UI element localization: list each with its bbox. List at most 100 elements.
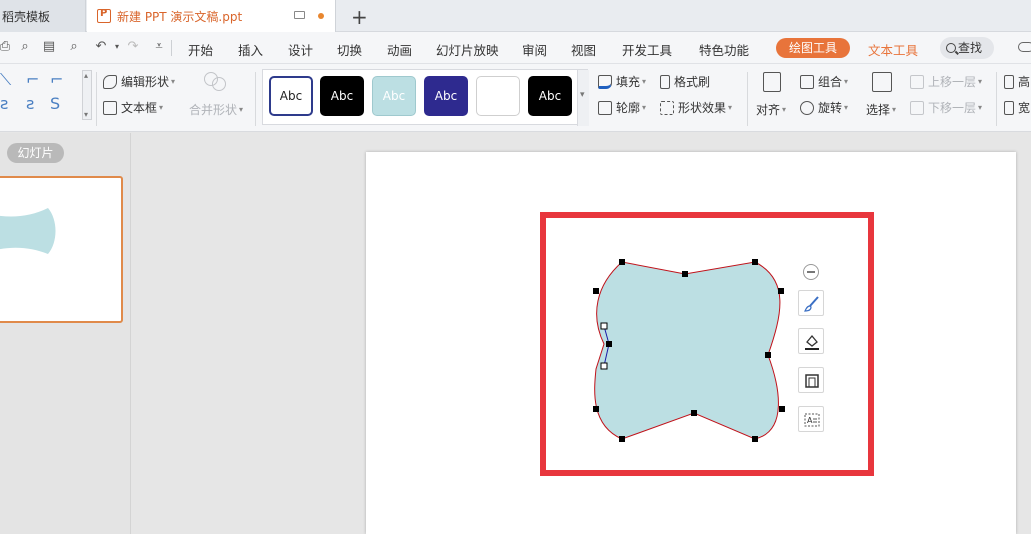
vertex-handle[interactable] xyxy=(619,436,625,442)
vertex-handle[interactable] xyxy=(778,288,784,294)
edit-shape-icon xyxy=(103,74,117,89)
new-tab-button[interactable]: + xyxy=(351,5,368,29)
vertex-handle[interactable] xyxy=(779,406,785,412)
outline-label: 轮廓 xyxy=(616,101,641,115)
rotate-button[interactable]: 旋转 ▾ xyxy=(800,99,848,116)
vertex-handle[interactable] xyxy=(752,436,758,442)
bring-forward-icon xyxy=(910,74,924,89)
shape-effects-icon xyxy=(660,100,674,115)
vertex-handle[interactable] xyxy=(752,259,758,265)
menu-developer[interactable]: 开发工具 xyxy=(622,40,672,59)
menu-slideshow[interactable]: 幻灯片放映 xyxy=(436,40,499,59)
width-label: 宽 xyxy=(1018,101,1031,115)
brush-icon xyxy=(804,296,819,312)
shape-fill-button[interactable] xyxy=(798,328,824,354)
collapse-toolbar-icon[interactable] xyxy=(803,264,819,280)
outline-icon xyxy=(598,100,612,115)
style-swatch-6[interactable]: Abc xyxy=(528,76,572,116)
select-label: 选择 xyxy=(866,103,891,117)
ribbon-separator xyxy=(996,72,997,126)
slides-tab[interactable]: 幻灯片 xyxy=(7,143,64,163)
shape-body[interactable] xyxy=(594,261,781,440)
vertex-handle[interactable] xyxy=(593,406,599,412)
send-backward-icon xyxy=(910,100,924,115)
undo-icon[interactable]: ↶ xyxy=(94,40,108,54)
vertex-handle[interactable] xyxy=(691,410,697,416)
ribbon-separator xyxy=(96,72,97,126)
style-swatch-3[interactable]: Abc xyxy=(372,76,416,116)
menu-review[interactable]: 审阅 xyxy=(522,40,547,59)
group-button[interactable]: 组合 ▾ xyxy=(800,73,848,90)
connector-s-curve-icon[interactable]: S xyxy=(50,94,60,113)
menu-insert[interactable]: 插入 xyxy=(238,40,263,59)
print-icon[interactable]: ▤ xyxy=(42,40,56,54)
text-box-button[interactable]: 文本框 ▾ xyxy=(103,99,163,116)
tab-template[interactable]: 稻壳模板 xyxy=(0,0,86,32)
bezier-control-handle[interactable] xyxy=(600,322,608,330)
menu-view[interactable]: 视图 xyxy=(571,40,596,59)
connector-elbow-icon[interactable]: ⌐ xyxy=(26,70,39,89)
width-icon xyxy=(1004,100,1014,115)
shape-outline-button[interactable] xyxy=(798,367,824,393)
find-icon[interactable]: ⌕ xyxy=(67,40,81,54)
style-swatch-4[interactable]: Abc xyxy=(424,76,468,116)
vertex-handle[interactable] xyxy=(765,352,771,358)
monitor-icon[interactable] xyxy=(294,11,305,19)
format-painter-icon xyxy=(660,74,670,89)
select-button[interactable]: 选择 ▾ xyxy=(866,101,896,118)
shape-effects-button[interactable]: 形状效果 ▾ xyxy=(660,99,732,116)
shape-style-button[interactable] xyxy=(798,290,824,316)
menu-animations[interactable]: 动画 xyxy=(387,40,412,59)
ppt-file-icon xyxy=(97,8,111,23)
edit-shape-label: 编辑形状 xyxy=(121,75,170,89)
save-icon[interactable]: ⎙ xyxy=(0,40,12,54)
menu-transitions[interactable]: 切换 xyxy=(337,40,362,59)
slide-thumbnail-1[interactable] xyxy=(0,176,123,323)
customize-quick-access-icon[interactable]: ⩡ xyxy=(152,40,166,54)
height-field[interactable]: 高 xyxy=(1004,73,1030,90)
edit-shape-button[interactable]: 编辑形状 ▾ xyxy=(103,73,175,90)
height-label: 高 xyxy=(1018,75,1031,89)
ribbon-separator xyxy=(747,72,748,126)
group-icon xyxy=(800,74,814,89)
menu-text-tools[interactable]: 文本工具 xyxy=(868,40,918,59)
redo-icon[interactable]: ↷ xyxy=(126,40,140,54)
bezier-control-handle[interactable] xyxy=(600,362,608,370)
bring-forward-button[interactable]: 上移一层 ▾ xyxy=(910,73,982,90)
search-label: 查找 xyxy=(958,41,983,55)
connector-gallery-scroll[interactable] xyxy=(82,70,92,120)
vertex-handle[interactable] xyxy=(606,341,612,347)
text-box-icon: A xyxy=(804,413,820,427)
width-field[interactable]: 宽 xyxy=(1004,99,1030,116)
undo-dropdown-icon[interactable]: ▾ xyxy=(110,40,124,54)
tab-document[interactable]: 新建 PPT 演示文稿.ppt xyxy=(87,0,336,32)
merge-shape-button[interactable]: 合并形状 ▾ xyxy=(189,101,243,118)
menu-special-features[interactable]: 特色功能 xyxy=(699,40,749,59)
vertex-handle[interactable] xyxy=(593,288,599,294)
style-swatch-1[interactable]: Abc xyxy=(269,76,313,116)
selected-shape[interactable] xyxy=(590,255,790,445)
style-swatch-5[interactable] xyxy=(476,76,520,116)
vertex-handle[interactable] xyxy=(619,259,625,265)
style-gallery-scroll[interactable] xyxy=(577,70,589,126)
format-painter-button[interactable]: 格式刷 xyxy=(660,73,710,90)
vertex-handle[interactable] xyxy=(682,271,688,277)
fill-button[interactable]: 填充 ▾ xyxy=(598,73,646,90)
connector-curve-arrow-icon[interactable]: ƨ xyxy=(26,94,34,113)
print-preview-icon[interactable]: ⌕ xyxy=(18,40,32,54)
cloud-icon[interactable] xyxy=(1018,42,1031,52)
menu-drawing-tools[interactable]: 绘图工具 xyxy=(776,38,850,58)
menu-design[interactable]: 设计 xyxy=(288,40,313,59)
connector-straight-icon[interactable]: ⟍ xyxy=(0,70,11,90)
connector-elbow-arrow-icon[interactable]: ⌐ xyxy=(50,70,63,89)
connector-curve-icon[interactable]: ƨ xyxy=(0,94,8,113)
align-button[interactable]: 对齐 ▾ xyxy=(756,101,786,118)
menu-home[interactable]: 开始 xyxy=(188,40,213,59)
search-button[interactable]: 查找 xyxy=(940,37,994,59)
outline-button[interactable]: 轮廓 ▾ xyxy=(598,99,646,116)
send-backward-button[interactable]: 下移一层 ▾ xyxy=(910,99,982,116)
fill-bucket-icon xyxy=(805,334,819,350)
connector-gallery[interactable]: ⟍ ⌐ ⌐ ƨ ƨ S xyxy=(0,70,80,120)
text-wrap-button[interactable]: A xyxy=(798,406,824,432)
style-swatch-2[interactable]: Abc xyxy=(320,76,364,116)
